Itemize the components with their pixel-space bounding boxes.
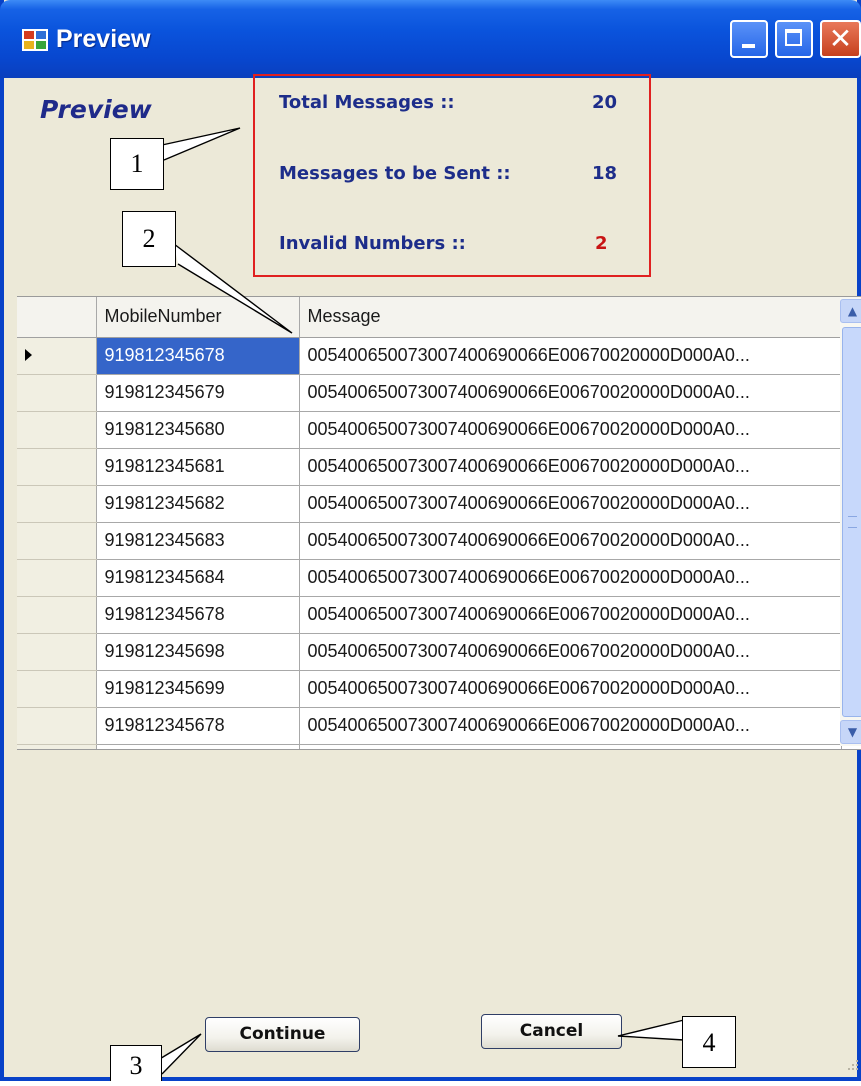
message-cell[interactable]: 005400650073007400690066E00670020000D000… <box>299 337 842 375</box>
table-row[interactable]: 919812345698 005400650073007400690066E006… <box>17 633 842 671</box>
app-icon <box>22 29 48 51</box>
mobile-number-cell[interactable]: 919812345681 <box>96 448 300 486</box>
row-header[interactable] <box>17 485 97 523</box>
continue-button[interactable]: Continue <box>205 1017 360 1052</box>
cancel-button[interactable]: Cancel <box>481 1014 622 1049</box>
grip-icon <box>848 516 857 528</box>
invalid-numbers-value: 2 <box>595 233 608 254</box>
row-header[interactable] <box>17 522 97 560</box>
table-row[interactable]: 919812345682 005400650073007400690066E006… <box>17 485 842 523</box>
mobile-number-cell[interactable]: 919812345680 <box>96 411 300 449</box>
mobile-number-cell[interactable]: 919812345678 <box>96 596 300 634</box>
messages-table: MobileNumber Message 919812345678 0054006… <box>17 297 842 749</box>
vertical-scrollbar[interactable]: ▲ ▼ <box>840 297 861 746</box>
row-header[interactable] <box>17 559 97 597</box>
table-row[interactable]: 919812345681005400650073007400690066E006… <box>17 448 842 486</box>
minimize-icon <box>742 44 755 48</box>
mobile-number-cell[interactable]: 919812345682 <box>96 485 300 523</box>
table-row[interactable]: 919812345699 005400650073007400690066E006… <box>17 670 842 708</box>
table-row[interactable]: 919812345684 005400650073007400690066E006… <box>17 559 842 597</box>
table-row[interactable]: 919812345683 005400650073007400690066E006… <box>17 522 842 560</box>
scroll-up-button[interactable]: ▲ <box>840 299 861 323</box>
table-row[interactable]: 919812345678 005400650073007400690066E006… <box>17 596 842 634</box>
message-cell[interactable]: 005400650073007400690066E00670020000D000… <box>299 707 842 745</box>
message-cell[interactable]: 005400650073007400690066E00670020000D000… <box>299 485 842 523</box>
table-row[interactable]: 919812345678 005400650073007400690066E006… <box>17 337 842 375</box>
row-header[interactable] <box>17 707 97 745</box>
close-icon: ✕ <box>828 22 853 55</box>
messages-grid[interactable]: MobileNumber Message 919812345678 0054006… <box>17 296 861 750</box>
scroll-thumb[interactable] <box>842 327 861 717</box>
window-title: Preview <box>56 25 151 53</box>
row-header[interactable] <box>17 633 97 671</box>
messages-to-send-value: 18 <box>592 163 618 184</box>
messages-to-send-label: Messages to be Sent :: <box>279 163 511 184</box>
row-header[interactable] <box>17 411 97 449</box>
maximize-icon <box>785 29 802 46</box>
mobile-number-cell[interactable]: 919812345684 <box>96 559 300 597</box>
chevron-down-icon: ▼ <box>847 725 858 739</box>
mobile-number-cell[interactable]: 919812345678 <box>96 707 300 745</box>
message-cell[interactable]: 005400650073007400690066E00670020000D000… <box>299 448 842 486</box>
callout-4: 4 <box>682 1016 736 1068</box>
message-cell[interactable]: 005400650073007400690066E00670020000D000… <box>299 744 842 749</box>
mobile-number-cell[interactable]: 919812345699 <box>96 670 300 708</box>
mobile-number-cell[interactable]: 919812345681 <box>96 744 300 749</box>
mobile-number-cell[interactable]: 919812345698 <box>96 633 300 671</box>
message-cell[interactable]: 005400650073007400690066E00670020000D000… <box>299 596 842 634</box>
row-header[interactable] <box>17 670 97 708</box>
row-header[interactable] <box>17 596 97 634</box>
title-bar[interactable]: Preview ✕ <box>0 0 861 78</box>
row-header[interactable] <box>17 374 97 412</box>
chevron-up-icon: ▲ <box>847 304 858 318</box>
message-cell[interactable]: 005400650073007400690066E00670020000D000… <box>299 411 842 449</box>
message-cell[interactable]: 005400650073007400690066E00670020000D000… <box>299 670 842 708</box>
callout-1: 1 <box>110 138 164 190</box>
mobile-number-cell[interactable]: 919812345678 <box>96 337 300 375</box>
mobile-number-cell[interactable]: 919812345683 <box>96 522 300 560</box>
message-cell[interactable]: 005400650073007400690066E00670020000D000… <box>299 559 842 597</box>
close-button[interactable]: ✕ <box>820 20 861 58</box>
callout-2: 2 <box>122 211 176 267</box>
resize-grip-icon[interactable] <box>842 1058 860 1076</box>
total-messages-value: 20 <box>592 92 618 113</box>
preview-heading: Preview <box>40 95 152 124</box>
message-cell[interactable]: 005400650073007400690066E00670020000D000… <box>299 633 842 671</box>
mobile-number-cell[interactable]: 919812345679 <box>96 374 300 412</box>
row-header[interactable] <box>17 744 97 749</box>
invalid-numbers-label: Invalid Numbers :: <box>279 233 466 254</box>
column-header-message[interactable]: Message <box>299 297 842 338</box>
table-row[interactable]: 919812345679 005400650073007400690066E006… <box>17 374 842 412</box>
message-cell[interactable]: 005400650073007400690066E00670020000D000… <box>299 374 842 412</box>
row-header[interactable] <box>17 337 97 375</box>
table-row[interactable]: 919812345681005400650073007400690066E006… <box>17 744 842 749</box>
current-row-arrow-icon <box>25 349 32 361</box>
message-cell[interactable]: 005400650073007400690066E00670020000D000… <box>299 522 842 560</box>
stats-panel: Total Messages :: 20 Messages to be Sent… <box>253 74 651 277</box>
callout-3: 3 <box>110 1045 162 1081</box>
column-header-mobilenumber[interactable]: MobileNumber <box>96 297 300 338</box>
row-header[interactable] <box>17 448 97 486</box>
maximize-button[interactable] <box>775 20 813 58</box>
row-header-corner <box>17 297 97 338</box>
scroll-down-button[interactable]: ▼ <box>840 720 861 744</box>
total-messages-label: Total Messages :: <box>279 92 455 113</box>
table-row[interactable]: 919812345678 005400650073007400690066E006… <box>17 707 842 745</box>
table-row[interactable]: 919812345680 005400650073007400690066E006… <box>17 411 842 449</box>
grid-header-row: MobileNumber Message <box>17 297 842 338</box>
minimize-button[interactable] <box>730 20 768 58</box>
